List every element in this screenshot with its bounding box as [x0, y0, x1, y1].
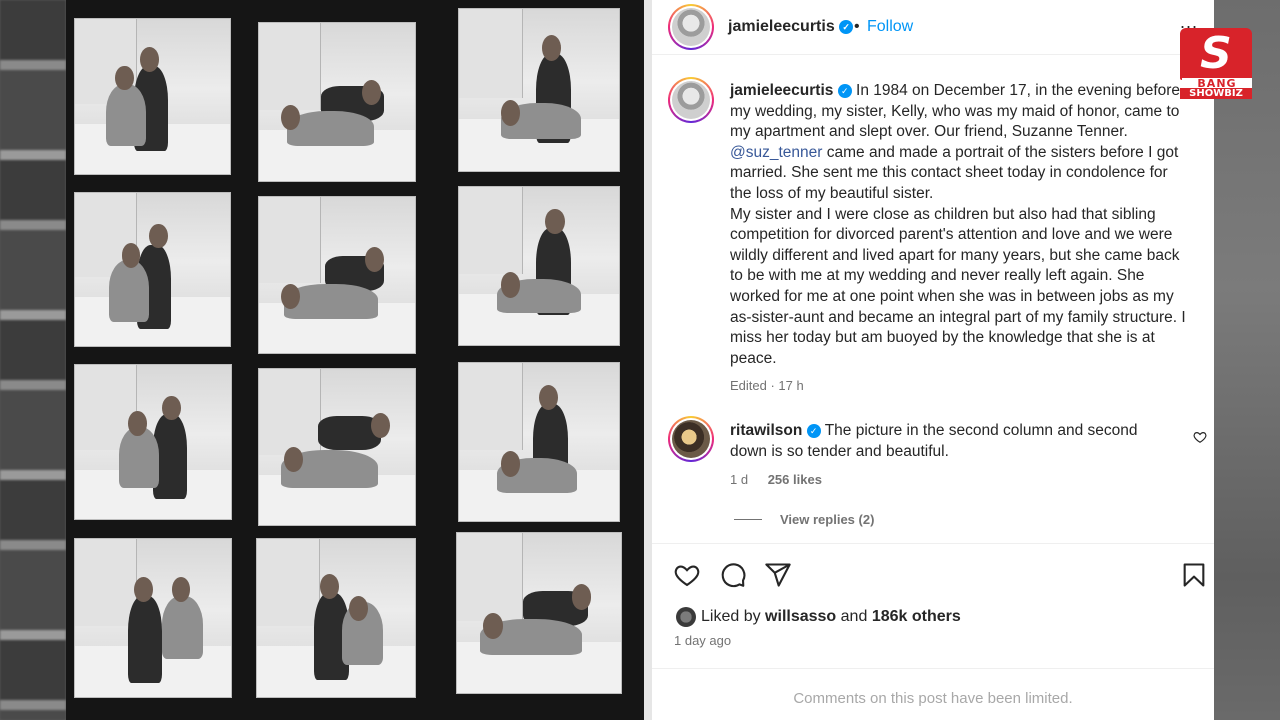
comment-icon[interactable] — [719, 561, 747, 589]
caption-author-avatar[interactable] — [668, 77, 714, 123]
comment-like-heart-icon[interactable] — [1193, 430, 1207, 444]
author-username[interactable]: jamieleecurtis ✓ — [728, 18, 854, 36]
blurred-background-right — [1214, 0, 1280, 720]
blurred-background-left — [0, 0, 66, 720]
commenter-username[interactable]: ritawilson — [730, 422, 802, 439]
divider — [652, 543, 1214, 544]
contact-frame — [458, 186, 620, 346]
comments-limited-notice: Comments on this post have been limited. — [793, 690, 1073, 707]
likes-others[interactable]: 186k others — [872, 608, 961, 625]
share-icon[interactable] — [764, 561, 792, 589]
contact-frame — [74, 192, 231, 347]
heart-icon[interactable] — [673, 561, 701, 589]
mention-link[interactable]: @suz_tenner — [730, 144, 822, 161]
bookmark-icon[interactable] — [1180, 561, 1208, 589]
likes-summary: Liked by willsasso and 186k others — [701, 608, 961, 625]
contact-frame — [456, 532, 622, 694]
view-replies-button[interactable]: View replies (2) — [780, 512, 874, 527]
caption-author-username[interactable]: jamieleecurtis — [730, 82, 833, 99]
separator-dot: • — [854, 18, 860, 35]
verified-icon: ✓ — [839, 20, 854, 34]
post-time: 1 day ago — [674, 633, 732, 648]
contact-frame — [258, 22, 416, 182]
contact-frame — [458, 8, 620, 172]
verified-icon: ✓ — [837, 84, 852, 98]
divider — [652, 668, 1214, 669]
contact-frame — [258, 196, 416, 354]
author-avatar[interactable] — [668, 4, 714, 50]
contact-frame — [256, 538, 416, 698]
post-panel: jamieleecurtis ✓ • Follow ... jamieleecu… — [652, 0, 1214, 720]
comment-age: 1 d — [730, 472, 749, 487]
caption-edited-meta: Edited · 17 h — [730, 378, 804, 393]
sheet-edge — [644, 0, 652, 720]
liker-username[interactable]: willsasso — [765, 608, 836, 625]
contact-frame — [74, 538, 232, 698]
contact-frame — [458, 362, 620, 522]
comment-likes[interactable]: 256 likes — [768, 472, 822, 487]
replies-line — [734, 519, 762, 520]
post-header: jamieleecurtis ✓ • Follow ... — [652, 0, 1214, 55]
commenter-avatar[interactable] — [668, 416, 714, 462]
follow-button[interactable]: Follow — [867, 18, 913, 36]
verified-icon: ✓ — [806, 424, 821, 438]
liker-avatar[interactable] — [676, 607, 696, 627]
contact-sheet-photo — [66, 0, 652, 720]
bang-showbiz-logo: S BANG SHOWBIZ — [1180, 28, 1252, 100]
comment-item: ritawilson ✓ The picture in the second c… — [730, 421, 1160, 462]
contact-frame — [74, 18, 231, 175]
post-caption: jamieleecurtis ✓ In 1984 on December 17,… — [730, 81, 1192, 369]
caption-text-3: My sister and I were close as children b… — [730, 205, 1186, 367]
contact-frame — [258, 368, 416, 526]
contact-frame — [74, 364, 232, 520]
comment-meta: 1 d 256 likes — [730, 472, 822, 487]
